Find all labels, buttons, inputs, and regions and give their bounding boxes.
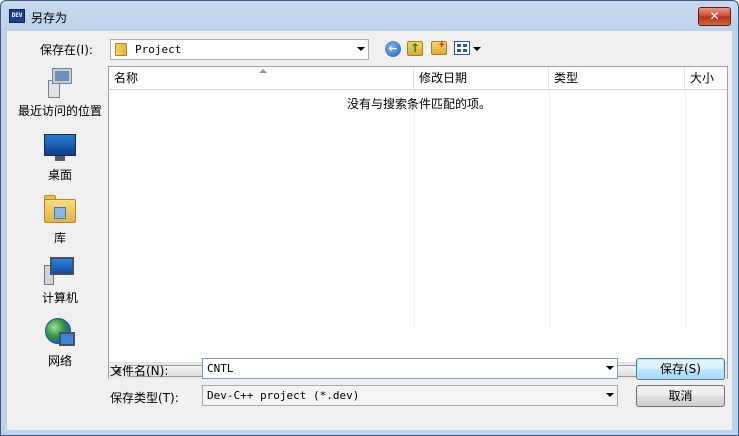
column-divider xyxy=(414,90,415,330)
places-bar: 最近访问的位置 桌面 库 计算机 网络 xyxy=(13,66,107,376)
save-button[interactable]: 保存(S) xyxy=(636,358,725,380)
file-list-header: 名称 修改日期 类型 大小 xyxy=(109,67,727,90)
column-divider xyxy=(549,90,550,330)
close-button[interactable]: ✕ xyxy=(698,7,731,26)
place-network[interactable]: 网络 xyxy=(13,318,107,369)
sort-ascending-icon xyxy=(259,69,267,73)
place-desktop[interactable]: 桌面 xyxy=(13,134,107,183)
place-label: 库 xyxy=(53,231,66,245)
desktop-icon xyxy=(44,134,76,162)
views-menu-chevron-icon[interactable] xyxy=(473,47,481,51)
file-list[interactable]: 名称 修改日期 类型 大小 没有与搜索条件匹配的项。 ◀ ||| ▶ xyxy=(108,66,728,379)
computer-icon xyxy=(44,257,76,285)
place-computer[interactable]: 计算机 xyxy=(13,257,107,306)
window-title: 另存为 xyxy=(31,11,68,25)
save-in-dropdown[interactable]: Project xyxy=(110,39,369,60)
filename-value[interactable]: CNTL xyxy=(207,362,234,375)
app-icon: DEV xyxy=(9,9,25,23)
column-header-date-modified[interactable]: 修改日期 xyxy=(414,67,549,90)
place-recent[interactable]: 最近访问的位置 xyxy=(13,68,107,119)
folder-icon xyxy=(115,43,127,56)
place-label: 最近访问的位置 xyxy=(17,104,102,118)
save-in-value: Project xyxy=(135,43,182,56)
network-icon xyxy=(45,318,75,348)
filetype-select[interactable]: Dev-C++ project (*.dev) xyxy=(202,385,618,406)
chevron-down-icon[interactable] xyxy=(357,47,365,51)
filename-label: 文件名(N): xyxy=(110,364,169,378)
new-folder-icon[interactable]: ✦ xyxy=(431,41,447,55)
chevron-down-icon[interactable] xyxy=(606,393,614,397)
title-bar[interactable]: DEV 另存为 ✕ xyxy=(1,1,738,31)
filename-input[interactable]: CNTL xyxy=(202,358,618,379)
dialog-client-area: 保存在(I): Project ← ↑ ✦ 最近访问的位置 桌面 库 计算机 网… xyxy=(7,31,732,430)
save-in-label: 保存在(I): xyxy=(40,43,93,57)
recent-places-icon xyxy=(46,68,74,98)
back-icon[interactable]: ← xyxy=(385,41,401,57)
column-divider xyxy=(685,90,686,330)
place-label: 计算机 xyxy=(41,291,78,305)
empty-list-message: 没有与搜索条件匹配的项。 xyxy=(346,97,491,111)
place-library[interactable]: 库 xyxy=(13,195,107,246)
up-folder-icon[interactable]: ↑ xyxy=(407,41,423,56)
place-label: 桌面 xyxy=(47,168,72,182)
chevron-down-icon[interactable] xyxy=(606,366,614,370)
filetype-value: Dev-C++ project (*.dev) xyxy=(207,389,360,402)
views-icon[interactable] xyxy=(454,41,470,55)
library-icon xyxy=(44,195,76,225)
column-header-type[interactable]: 类型 xyxy=(549,67,685,90)
save-as-dialog: DEV 另存为 ✕ 保存在(I): Project ← ↑ ✦ 最近访问的位置 … xyxy=(0,0,739,436)
cancel-button[interactable]: 取消 xyxy=(636,385,725,407)
filetype-label: 保存类型(T): xyxy=(110,391,179,405)
column-header-size[interactable]: 大小 xyxy=(685,67,727,90)
place-label: 网络 xyxy=(47,354,72,368)
